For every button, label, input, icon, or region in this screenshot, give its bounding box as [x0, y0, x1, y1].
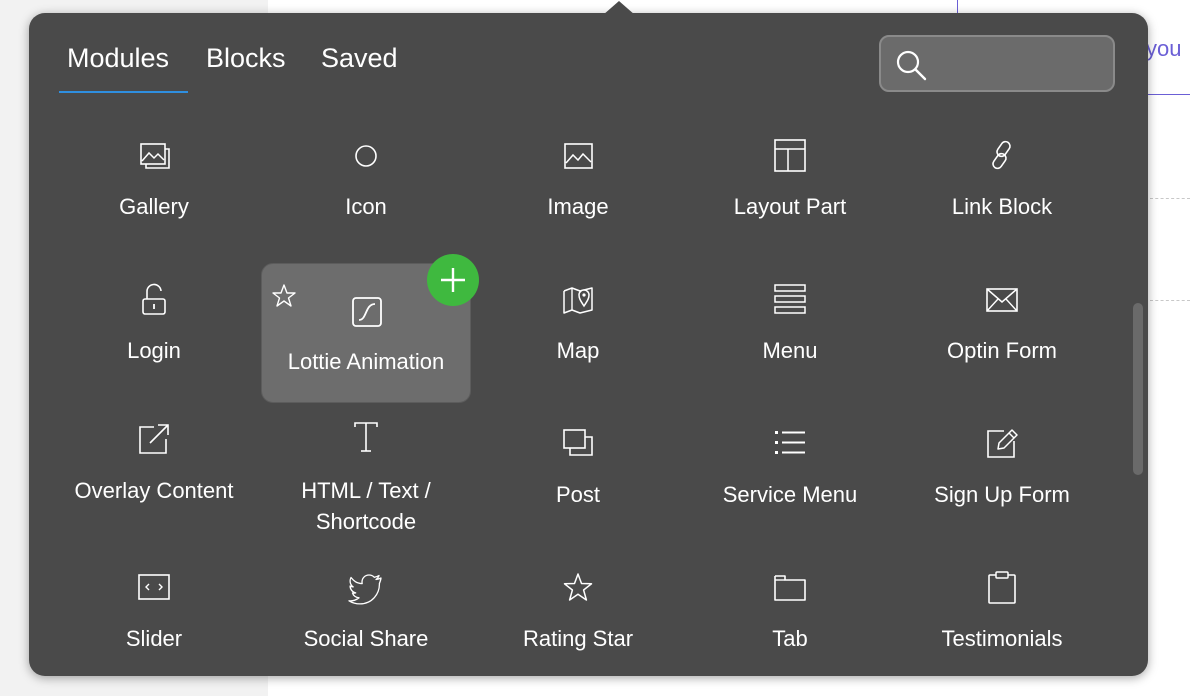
map-icon: [563, 287, 593, 314]
clipboard-icon: [988, 571, 1016, 604]
module-label: Rating Star: [522, 626, 634, 651]
module-label: Overlay Content: [74, 478, 234, 503]
module-label: HTML / Text / Shortcode: [301, 478, 431, 534]
module-login[interactable]: Login: [49, 267, 259, 407]
module-layout-part[interactable]: Layout Part: [685, 123, 895, 263]
post-icon: [563, 429, 593, 456]
plus-icon: [441, 268, 465, 292]
background-dashed-divider: [1150, 198, 1190, 199]
scrollbar-thumb[interactable]: [1133, 303, 1143, 475]
folder-icon: [774, 575, 806, 601]
layout-part-icon: [774, 139, 806, 172]
circle-icon: [355, 145, 377, 167]
module-post[interactable]: Post: [473, 411, 683, 551]
edit-icon: [987, 429, 1018, 458]
module-lottie-animation[interactable]: Lottie Animation: [261, 254, 479, 403]
module-sign-up-form[interactable]: Sign Up Form: [897, 411, 1107, 551]
module-label: Post: [555, 482, 601, 507]
module-slider[interactable]: Slider: [49, 555, 259, 695]
module-label: Testimonials: [941, 626, 1063, 651]
module-testimonials[interactable]: Testimonials: [897, 555, 1107, 695]
background-link-text: you: [1146, 36, 1182, 61]
module-rating-star[interactable]: Rating Star: [473, 555, 683, 695]
module-optin-form[interactable]: Optin Form: [897, 267, 1107, 407]
tab-saved[interactable]: Saved: [321, 41, 398, 75]
search-box[interactable]: [879, 35, 1115, 92]
favorite-star-icon[interactable]: [270, 282, 298, 310]
module-social-share[interactable]: Social Share: [261, 555, 471, 695]
slider-icon: [138, 574, 170, 600]
module-html-text-shortcode[interactable]: HTML / Text / Shortcode: [261, 411, 471, 551]
module-label: Image: [547, 194, 609, 219]
module-overlay-content[interactable]: Overlay Content: [49, 411, 259, 551]
module-label: Icon: [345, 194, 387, 219]
module-label: Optin Form: [946, 338, 1058, 363]
module-label: Link Block: [951, 194, 1053, 219]
gallery-icon: [140, 143, 170, 169]
module-image[interactable]: Image: [473, 123, 683, 263]
module-label: Sign Up Form: [934, 482, 1070, 507]
module-icon[interactable]: Icon: [261, 123, 471, 263]
module-menu[interactable]: Menu: [685, 267, 895, 407]
add-module-button[interactable]: [427, 254, 479, 306]
menu-icon: [774, 284, 806, 314]
module-label: Tab: [772, 626, 808, 651]
lock-icon: [142, 283, 166, 315]
list-icon: [775, 431, 805, 454]
text-icon: [354, 422, 378, 452]
panel-caret: [603, 1, 635, 15]
link-icon: [992, 140, 1011, 170]
module-map[interactable]: Map: [473, 267, 683, 407]
module-label: Service Menu: [722, 482, 858, 507]
module-label: Lottie Animation: [287, 349, 445, 374]
twitter-icon: [348, 574, 382, 605]
module-label: Map: [556, 338, 600, 363]
search-input[interactable]: [937, 45, 1109, 85]
module-service-menu[interactable]: Service Menu: [685, 411, 895, 551]
module-link-block[interactable]: Link Block: [897, 123, 1107, 263]
module-label: Login: [127, 338, 181, 363]
module-tab[interactable]: Tab: [685, 555, 895, 695]
module-label: Gallery: [119, 194, 189, 219]
background-dashed-divider: [1150, 300, 1190, 301]
module-label: Social Share: [303, 626, 429, 651]
active-tab-indicator: [59, 91, 188, 93]
tab-modules[interactable]: Modules: [67, 41, 169, 75]
module-picker-panel: Modules Blocks Saved Gallery Icon Image …: [29, 1, 1148, 676]
module-label: Menu: [762, 338, 818, 363]
envelope-icon: [986, 288, 1018, 312]
lottie-icon: [352, 297, 382, 327]
module-label: Layout Part: [733, 194, 847, 219]
star-icon: [563, 573, 593, 601]
external-link-icon: [139, 424, 169, 454]
module-label: Slider: [125, 626, 183, 651]
background-underline: [1146, 94, 1190, 95]
module-gallery[interactable]: Gallery: [49, 123, 259, 263]
tab-blocks[interactable]: Blocks: [206, 41, 286, 75]
scrollbar[interactable]: [1133, 303, 1143, 475]
search-icon: [896, 50, 927, 81]
image-icon: [564, 143, 593, 169]
